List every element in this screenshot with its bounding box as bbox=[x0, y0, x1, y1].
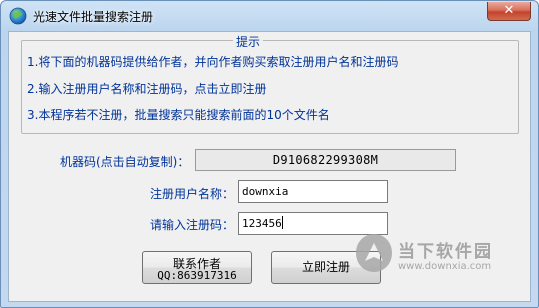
username-label: 注册用户名称： bbox=[150, 187, 235, 201]
tips-groupbox: 提示 1.将下面的机器码提供给作者，并向作者购买索取注册用户名和注册码 2.输入… bbox=[21, 33, 519, 134]
machine-code-field[interactable]: D910682299308M bbox=[195, 149, 456, 171]
tips-legend: 提示 bbox=[233, 33, 264, 50]
app-icon bbox=[9, 7, 27, 25]
window-title: 光速文件批量搜索注册 bbox=[33, 10, 154, 24]
tip-line-1: 1.将下面的机器码提供给作者，并向作者购买索取注册用户名和注册码 bbox=[27, 55, 399, 69]
watermark-url: www.downxia.com bbox=[398, 261, 492, 272]
machine-code-label: 机器码(点击自动复制)： bbox=[60, 155, 190, 169]
tip-line-2: 2.输入注册用户名称和注册码，点击立即注册 bbox=[27, 82, 267, 96]
app-window: 光速文件批量搜索注册 ✕ 提示 1.将下面的机器码提供给作者，并向作者购买索取注… bbox=[0, 0, 539, 308]
contact-qq-label: QQ:863917316 bbox=[157, 269, 237, 282]
contact-author-button[interactable]: 联系作者 QQ:863917316 bbox=[142, 251, 252, 284]
tip-line-3: 3.本程序若不注册，批量搜索只能搜索前面的10个文件名 bbox=[27, 108, 330, 122]
title-bar[interactable]: 光速文件批量搜索注册 ✕ bbox=[1, 1, 538, 31]
watermark: 当下软件园 www.downxia.com bbox=[352, 231, 527, 279]
username-input[interactable]: downxia bbox=[238, 180, 388, 203]
regcode-value: 123456 bbox=[242, 217, 282, 230]
close-icon: ✕ bbox=[503, 3, 515, 18]
text-caret bbox=[281, 216, 283, 229]
regcode-label: 请输入注册码： bbox=[150, 218, 235, 232]
watermark-name: 当下软件园 bbox=[398, 242, 493, 262]
close-button[interactable]: ✕ bbox=[487, 2, 531, 21]
watermark-logo-icon bbox=[356, 234, 392, 272]
